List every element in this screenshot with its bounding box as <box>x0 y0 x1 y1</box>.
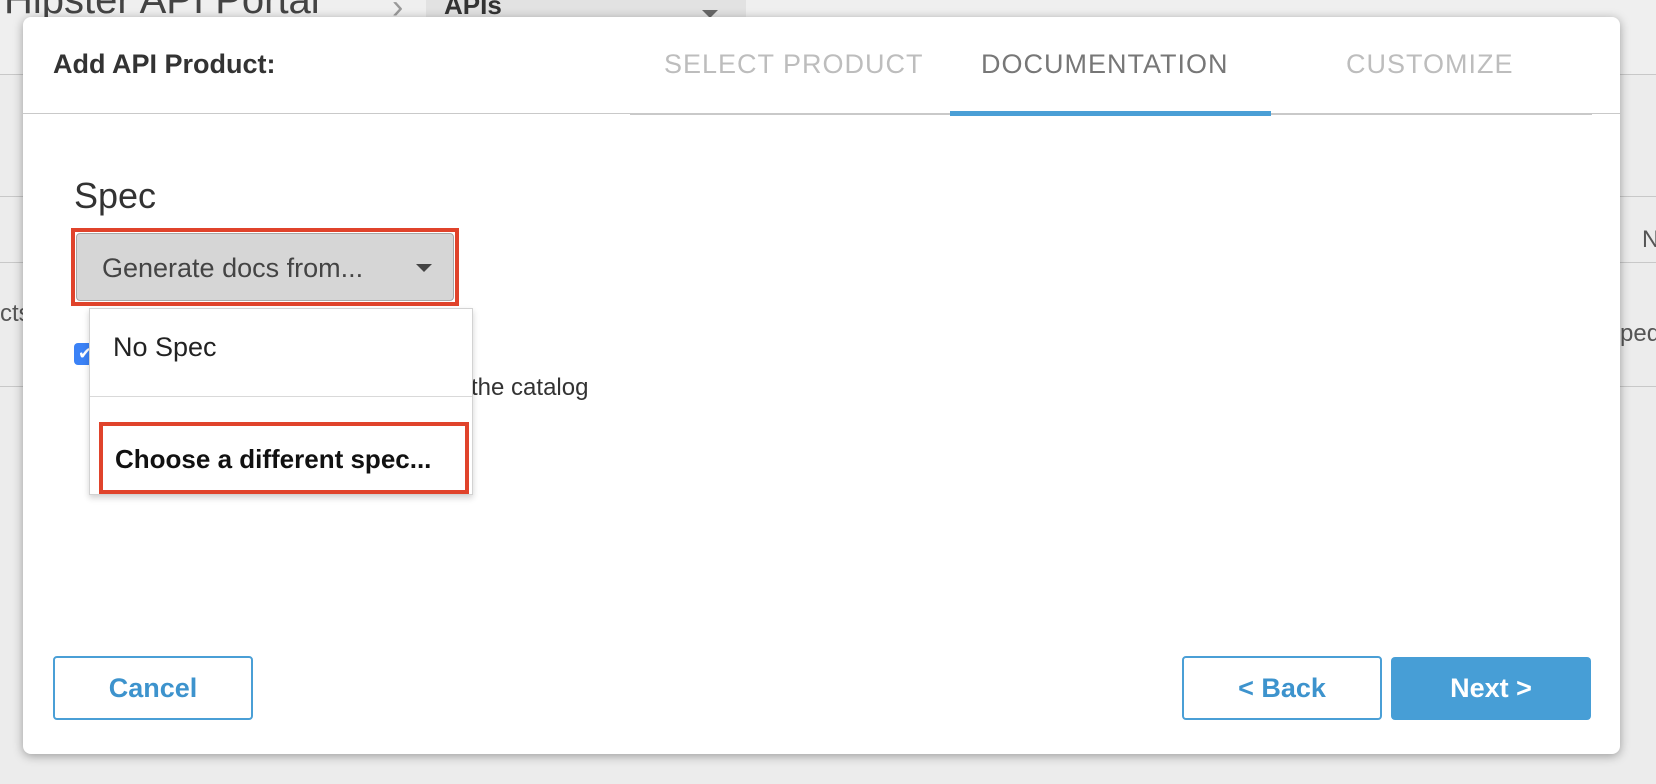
tab-documentation[interactable]: DOCUMENTATION <box>981 49 1228 80</box>
chevron-down-icon <box>416 264 432 272</box>
menu-divider <box>90 396 472 397</box>
spec-dropdown[interactable]: Generate docs from... <box>76 233 454 301</box>
spec-dropdown-value: Generate docs from... <box>102 253 364 283</box>
modal-title: Add API Product: <box>53 49 276 79</box>
table-cell-fragment: ped <box>1620 320 1656 347</box>
next-button[interactable]: Next > <box>1391 657 1591 720</box>
cancel-button[interactable]: Cancel <box>53 656 253 720</box>
menu-item-choose-different-spec[interactable]: Choose a different spec... <box>99 422 469 494</box>
active-tab-indicator <box>950 111 1271 116</box>
menu-item-no-spec[interactable]: No Spec <box>113 332 217 363</box>
spec-label: Spec <box>74 175 157 216</box>
spec-dropdown-menu: No Spec Choose a different spec... <box>89 308 473 495</box>
table-header-fragment: N <box>1642 226 1656 253</box>
tab-customize[interactable]: CUSTOMIZE <box>1346 49 1514 80</box>
menu-item-label: Choose a different spec... <box>115 444 432 474</box>
back-button[interactable]: < Back <box>1182 656 1382 720</box>
add-api-product-modal: Add API Product: SELECT PRODUCT DOCUMENT… <box>23 17 1620 754</box>
modal-header: Add API Product: SELECT PRODUCT DOCUMENT… <box>23 17 1620 114</box>
tab-select-product[interactable]: SELECT PRODUCT <box>664 49 924 80</box>
